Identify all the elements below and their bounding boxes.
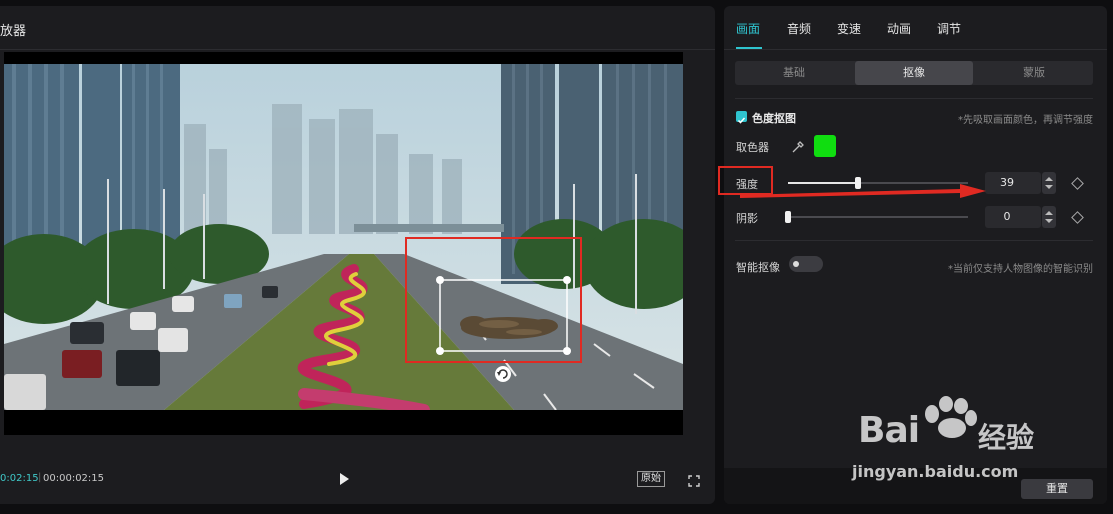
tab-animation[interactable]: 动画 (887, 20, 911, 37)
annotation-arrow (740, 184, 986, 198)
color-picker-label: 取色器 (736, 141, 769, 154)
shadow-stepper[interactable] (1042, 206, 1056, 228)
time-separator: | (38, 472, 42, 483)
checkbox-checked-icon (737, 117, 746, 124)
eyedropper-button[interactable] (791, 139, 805, 153)
watermark-brand-suffix: 经验 (978, 421, 1035, 454)
player-title: 放器 (0, 24, 27, 39)
player-panel: 放器 0:02:15 | 00:00:02:15 原始 (0, 6, 715, 504)
smart-cutout-hint: *当前仅支持人物图像的智能识别 (948, 264, 1093, 275)
smart-cutout-toggle[interactable] (789, 256, 823, 272)
chroma-key-hint: *先吸取画面颜色，再调节强度 (958, 115, 1093, 126)
baidu-watermark: Bai 经验 jingyan.baidu.com (850, 396, 1100, 488)
shadow-slider[interactable] (785, 211, 968, 223)
property-tabs: 画面 音频 变速 动画 调节 (724, 6, 1107, 50)
watermark-url: jingyan.baidu.com (852, 462, 1019, 481)
play-button[interactable] (336, 471, 352, 487)
smart-cutout-label: 智能抠像 (736, 261, 780, 274)
toggle-knob (793, 261, 799, 267)
section-divider (735, 240, 1093, 241)
fullscreen-icon (688, 475, 700, 487)
diamond-keyframe-icon[interactable] (1071, 177, 1084, 190)
rotate-icon[interactable] (495, 366, 511, 382)
tab-audio[interactable]: 音频 (787, 20, 811, 37)
diamond-keyframe-icon[interactable] (1071, 211, 1084, 224)
chroma-key-label: 色度抠图 (752, 112, 796, 125)
subtab-mask[interactable]: 蒙版 (975, 61, 1093, 85)
total-time: 00:00:02:15 (43, 473, 105, 484)
shadow-label: 阴影 (736, 212, 758, 225)
subtab-basic[interactable]: 基础 (735, 61, 853, 85)
active-tab-indicator (736, 47, 762, 49)
subtab-segmented-control: 基础 抠像 蒙版 (735, 61, 1093, 85)
play-icon (340, 473, 349, 485)
paw-icon (925, 396, 977, 438)
shadow-input[interactable]: 0 (985, 206, 1041, 228)
intensity-input[interactable]: 39 (985, 172, 1041, 194)
aspect-ratio-button[interactable]: 原始 (637, 471, 665, 487)
subtab-cutout[interactable]: 抠像 (855, 61, 973, 85)
player-divider (0, 49, 715, 50)
current-time: 0:02:15 (0, 473, 39, 484)
tab-adjust[interactable]: 调节 (937, 20, 961, 37)
watermark-brand: Bai (858, 410, 920, 451)
eyedropper-icon (792, 141, 804, 153)
shadow-slider-thumb[interactable] (785, 211, 791, 223)
section-divider (735, 98, 1093, 99)
intensity-stepper[interactable] (1042, 172, 1056, 194)
picked-color-swatch[interactable] (814, 135, 836, 157)
fullscreen-button[interactable] (688, 472, 700, 487)
annotation-box-selection (405, 237, 582, 363)
tab-speed[interactable]: 变速 (837, 20, 861, 37)
tab-picture[interactable]: 画面 (736, 20, 760, 37)
chroma-key-checkbox[interactable] (736, 111, 747, 124)
